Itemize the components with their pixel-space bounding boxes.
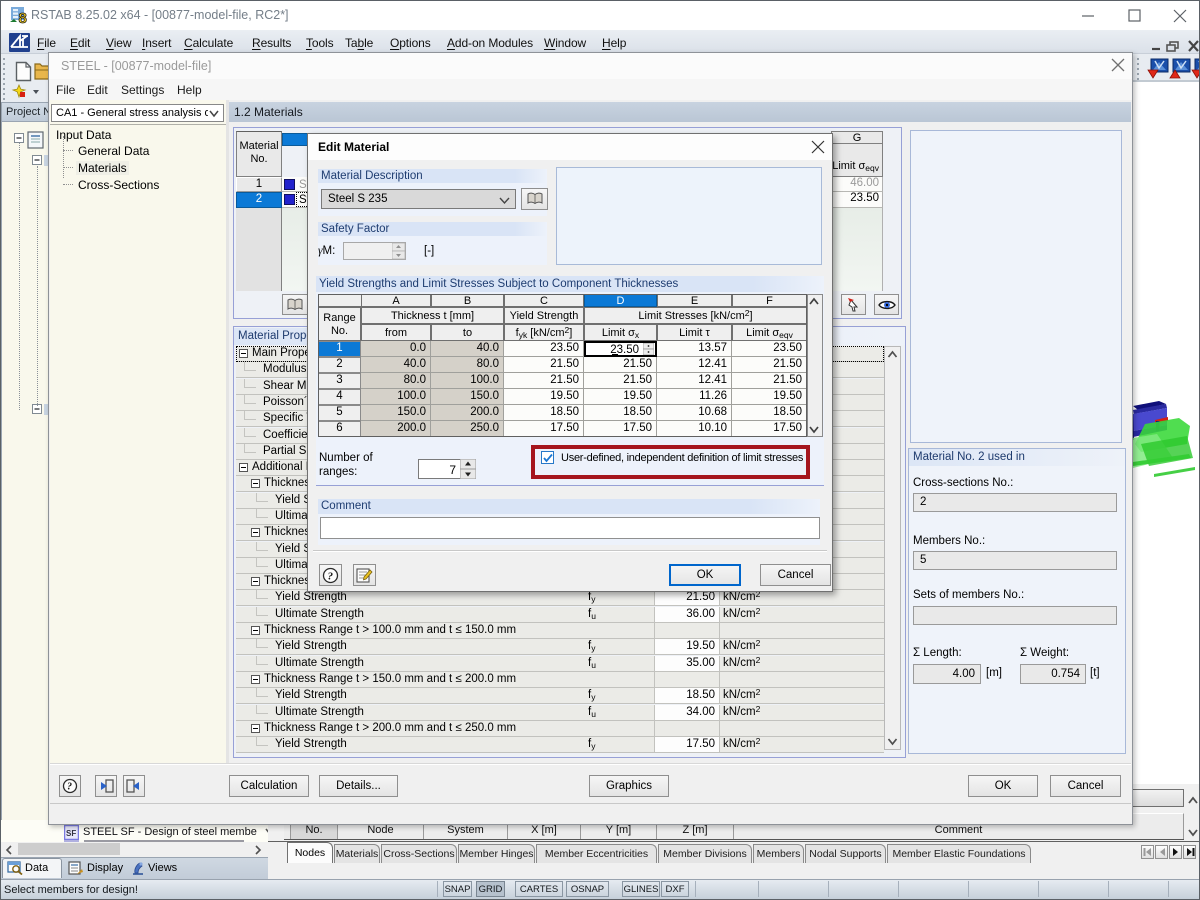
svg-text:?: ?: [67, 782, 72, 793]
svg-text:8: 8: [19, 10, 27, 26]
svg-text:SF: SF: [66, 829, 76, 838]
svg-text:?: ?: [328, 570, 334, 582]
